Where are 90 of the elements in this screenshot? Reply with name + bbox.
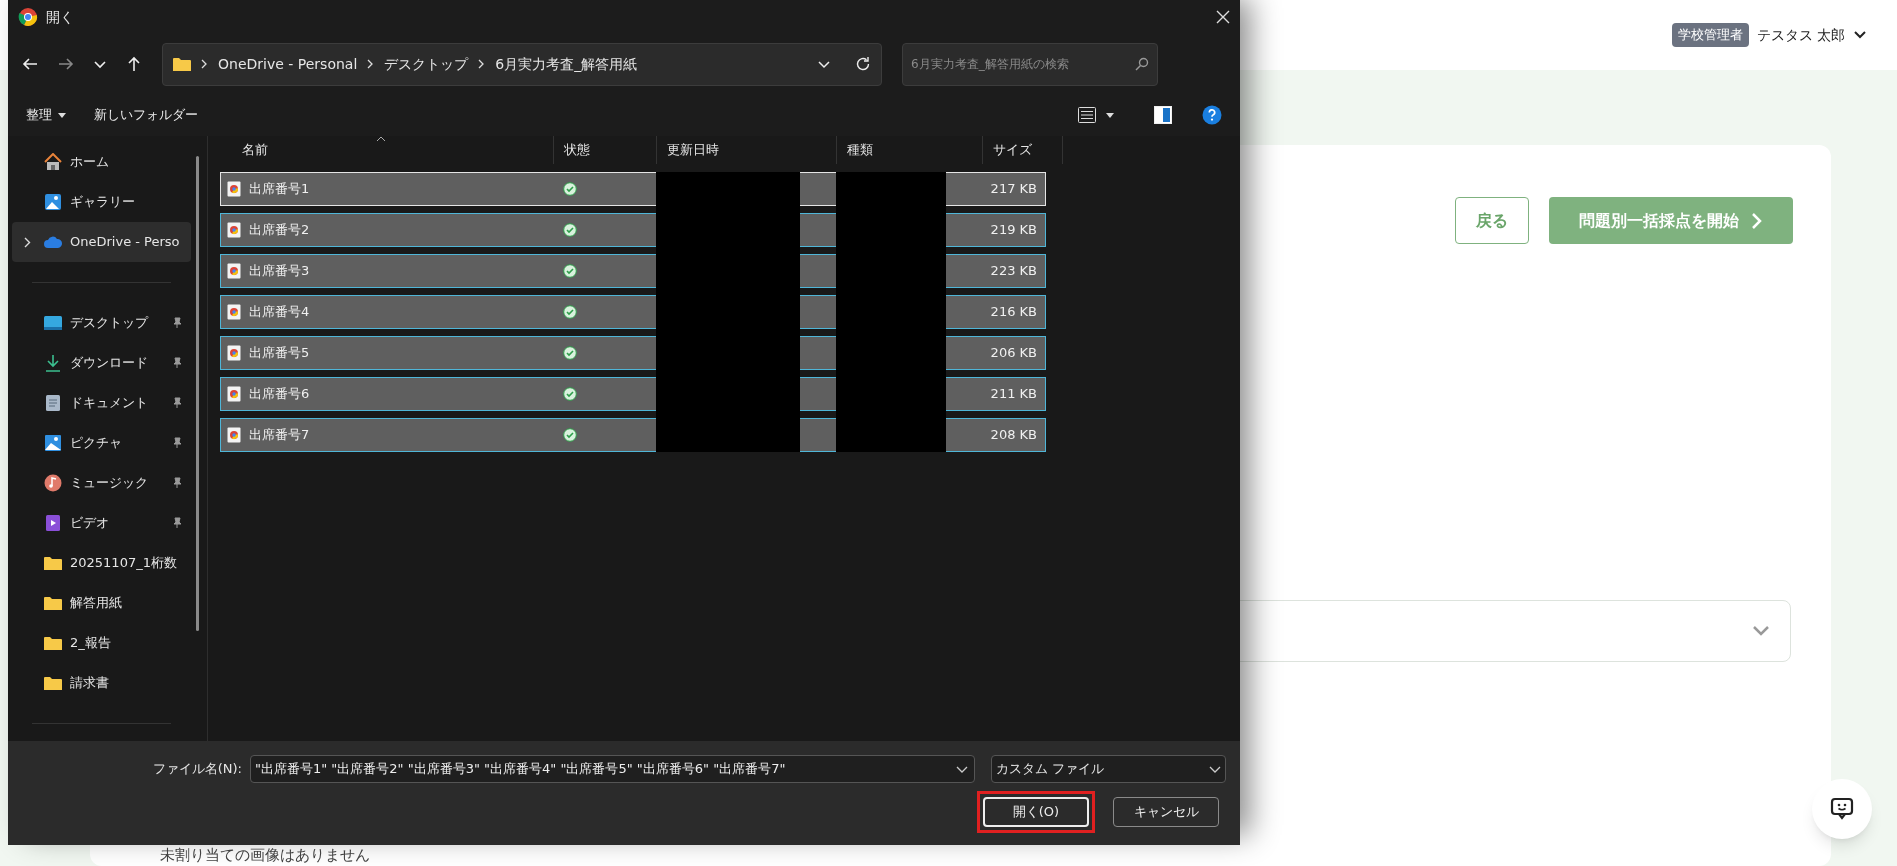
house-icon <box>44 153 62 171</box>
file-icon <box>227 427 241 443</box>
search-field[interactable]: 6月実力考査_解答用紙の検索 <box>902 42 1158 86</box>
file-size: 211 KB <box>990 385 1038 404</box>
back-arrow-icon[interactable] <box>22 56 38 72</box>
file-icon <box>227 263 241 279</box>
sidebar-item[interactable]: ビデオ <box>12 503 191 543</box>
column-header[interactable]: 更新日時 <box>657 136 837 164</box>
caret-icon <box>58 112 66 118</box>
column-header[interactable]: 名前 <box>208 136 554 164</box>
sidebar-item[interactable]: 請求書 <box>12 663 191 703</box>
forward-arrow-icon[interactable] <box>58 56 74 72</box>
file-icon <box>227 222 241 238</box>
file-name: 出席番号7 <box>249 426 310 445</box>
sidebar-item[interactable]: ホーム <box>12 142 191 182</box>
sidebar-item[interactable]: ギャラリー <box>12 182 191 222</box>
monitor-icon <box>43 315 63 331</box>
folder-icon <box>173 56 191 72</box>
file-name-label: ファイル名(N): <box>152 760 242 779</box>
column-header[interactable]: サイズ <box>983 136 1063 164</box>
up-arrow-icon[interactable] <box>126 56 142 72</box>
chevron-right-icon <box>478 59 486 69</box>
folder-icon <box>44 595 62 611</box>
column-header[interactable]: 種類 <box>837 136 983 164</box>
user-name[interactable]: テスタス 太郎 <box>1756 24 1845 46</box>
folder-icon <box>44 635 62 651</box>
caret-icon[interactable] <box>1106 112 1114 118</box>
chevron-down-icon[interactable] <box>94 58 106 70</box>
sidebar-item[interactable]: ドキュメント <box>12 383 191 423</box>
address-bar[interactable]: OneDrive - Personal デスクトップ 6月実力考査_解答用紙 <box>162 42 882 86</box>
role-badge: 学校管理者 <box>1671 23 1749 47</box>
scrollbar[interactable] <box>196 156 199 631</box>
file-icon <box>227 386 241 402</box>
folder-icon <box>44 675 62 691</box>
search-input[interactable]: 6月実力考査_解答用紙の検索 <box>911 43 1131 85</box>
chevron-right-icon <box>367 59 375 69</box>
breadcrumb-item[interactable]: OneDrive - Personal <box>218 53 358 75</box>
music-note-icon <box>44 474 62 492</box>
sidebar-item[interactable]: OneDrive - Perso <box>12 222 191 262</box>
status-text: 未割り当ての画像はありません <box>160 846 370 864</box>
sidebar-item[interactable]: ミュージック <box>12 463 191 503</box>
chevron-right-icon <box>1751 211 1763 230</box>
chevron-right-icon <box>201 59 208 69</box>
sidebar-item[interactable]: ピクチャ <box>12 423 191 463</box>
file-type-dropdown[interactable]: カスタム ファイル <box>991 755 1226 783</box>
toolbar-button[interactable]: 新しいフォルダー <box>94 105 198 125</box>
file-name: 出席番号6 <box>249 385 310 404</box>
cancel-button[interactable]: キャンセル <box>1113 797 1219 827</box>
file-size: 206 KB <box>990 344 1038 363</box>
file-icon <box>227 345 241 361</box>
file-name: 出席番号1 <box>249 180 310 199</box>
file-name: 出席番号2 <box>249 221 310 240</box>
file-size: 219 KB <box>990 221 1038 240</box>
window-title: 開く <box>46 7 74 27</box>
file-name: 出席番号3 <box>249 262 310 281</box>
file-size: 217 KB <box>990 180 1038 199</box>
list-view-icon[interactable] <box>1078 107 1096 123</box>
sidebar-item[interactable]: デスクトップ <box>12 303 191 343</box>
open-button[interactable]: 開く(O) <box>983 797 1089 827</box>
file-size: 216 KB <box>990 303 1038 322</box>
breadcrumb-item[interactable]: デスクトップ <box>384 53 469 75</box>
sidebar-item[interactable]: 2_報告 <box>12 623 191 663</box>
file-icon <box>227 181 241 197</box>
breadcrumb-item[interactable]: 6月実力考査_解答用紙 <box>495 53 638 75</box>
sidebar-item[interactable]: 20251107_1桁数 <box>12 543 191 583</box>
chevron-right-icon[interactable] <box>23 236 31 248</box>
file-icon <box>227 304 241 320</box>
preview-pane-icon[interactable] <box>1154 106 1172 124</box>
sidebar-item[interactable]: 解答用紙 <box>12 583 191 623</box>
image-icon <box>44 434 62 452</box>
image-icon <box>44 193 62 211</box>
download-icon <box>44 354 62 372</box>
help-icon[interactable] <box>1202 105 1222 125</box>
video-icon <box>45 514 61 532</box>
browser-logo-icon <box>18 7 38 27</box>
column-header[interactable]: 状態 <box>554 136 657 164</box>
search-icon <box>1135 57 1149 71</box>
folder-icon <box>44 555 62 571</box>
chat-icon <box>1829 797 1855 821</box>
file-size: 208 KB <box>990 426 1038 445</box>
chevron-down-icon <box>1752 625 1770 637</box>
cloud-icon <box>43 235 63 249</box>
organize-menu[interactable]: 整理 <box>26 105 66 125</box>
close-icon[interactable] <box>1216 10 1230 24</box>
file-size: 223 KB <box>990 262 1038 281</box>
file-name: 出席番号5 <box>249 344 310 363</box>
document-icon <box>45 394 61 412</box>
file-name: 出席番号4 <box>249 303 310 322</box>
refresh-icon[interactable] <box>855 56 871 72</box>
sidebar-item[interactable]: ダウンロード <box>12 343 191 383</box>
